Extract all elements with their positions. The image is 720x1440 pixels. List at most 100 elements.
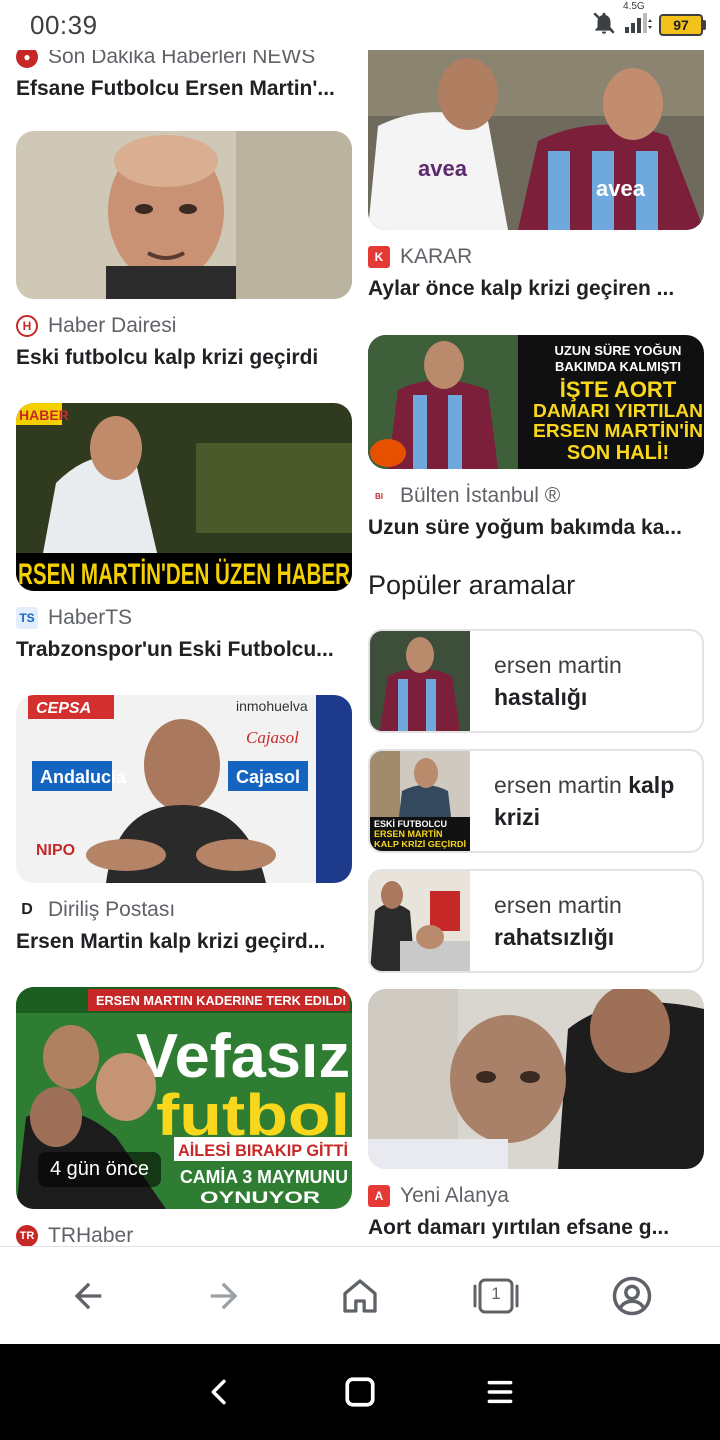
news-headline[interactable]: Uzun süre yoğum bakımda ka... bbox=[368, 511, 704, 545]
image-line: DAMARI YIRTILAN bbox=[533, 401, 703, 421]
browser-bottom-nav: 1 bbox=[0, 1246, 720, 1344]
source-name: Yeni Alanya bbox=[400, 1184, 509, 1207]
news-image[interactable]: RSEN MARTİN'DEN ÜZEN HABER HABER bbox=[16, 403, 352, 591]
chip-image-line: ERSEN MARTİN bbox=[374, 829, 443, 839]
system-home-icon bbox=[345, 1377, 375, 1407]
home-icon bbox=[343, 1278, 377, 1313]
chip-image bbox=[370, 631, 470, 731]
image-line: UZUN SÜRE YOĞUN bbox=[555, 343, 682, 358]
account-icon bbox=[612, 1276, 652, 1315]
home-button[interactable] bbox=[330, 1266, 390, 1326]
source-logo-icon: ● bbox=[16, 50, 38, 68]
chip-text: ersen martin hastalığı bbox=[470, 649, 622, 713]
tab-count: 1 bbox=[491, 1283, 501, 1303]
news-card[interactable]: UZUN SÜRE YOĞUN BAKIMDA KALMIŞTI İŞTE AO… bbox=[368, 335, 704, 545]
chip-query: ersen martin bbox=[494, 772, 622, 798]
chip-image-line: KALP KRİZİ GEÇİRDİ bbox=[374, 840, 466, 849]
battery-level: 97 bbox=[659, 14, 703, 36]
news-card[interactable]: CEPSA inmohuelva Cajasol Andalucía Cajas… bbox=[16, 695, 352, 959]
chip-query-bold: rahatsızlığı bbox=[494, 924, 615, 950]
image-line: AİLESİ BIRAKIP GİTTİ bbox=[178, 1141, 348, 1160]
news-source: D Diriliş Postası bbox=[16, 895, 352, 925]
news-headline[interactable]: Ersen Martin kalp krizi geçird... bbox=[16, 925, 352, 959]
forward-button[interactable] bbox=[194, 1266, 254, 1326]
image-line: ERSEN MARTİN'İN bbox=[533, 421, 703, 441]
news-headline[interactable]: Trabzonspor'un Eski Futbolcu... bbox=[16, 633, 352, 667]
news-card[interactable]: ● Son Dakika Haberleri NEWS Efsane Futbo… bbox=[16, 50, 352, 106]
image-big-word: Vefasız bbox=[136, 1022, 350, 1091]
news-source: TR TRHaber bbox=[16, 1221, 352, 1246]
back-icon bbox=[74, 1282, 102, 1309]
image-sign: inmohuelva bbox=[236, 698, 308, 714]
chip-query-bold: hastalığı bbox=[494, 684, 588, 710]
chip-image bbox=[370, 871, 470, 971]
image-line: BAKIMDA KALMIŞTI bbox=[555, 359, 681, 374]
chip-image-line: ESKİ FUTBOLCU bbox=[374, 819, 447, 829]
news-image[interactable] bbox=[16, 131, 352, 299]
source-logo-icon: A bbox=[368, 1185, 390, 1207]
system-back-button[interactable] bbox=[190, 1362, 250, 1422]
news-image[interactable] bbox=[368, 989, 704, 1169]
image-line: İŞTE AORT bbox=[560, 377, 677, 402]
back-button[interactable] bbox=[58, 1266, 118, 1326]
source-name: KARAR bbox=[400, 245, 473, 268]
image-sponsor: avea bbox=[596, 176, 646, 201]
source-name: Diriliş Postası bbox=[48, 898, 176, 921]
popular-search-chip[interactable]: ESKİ FUTBOLCU ERSEN MARTİN KALP KRİZİ GE… bbox=[368, 749, 704, 853]
news-image[interactable]: UZUN SÜRE YOĞUN BAKIMDA KALMIŞTI İŞTE AO… bbox=[368, 335, 704, 469]
image-corner-text: HABER bbox=[19, 407, 69, 423]
news-card[interactable]: H Haber Dairesi Eski futbolcu kalp krizi… bbox=[16, 131, 352, 375]
source-name: TRHaber bbox=[48, 1224, 134, 1246]
forward-icon bbox=[210, 1282, 238, 1309]
popular-searches-title: Popüler aramalar bbox=[368, 570, 576, 600]
status-icons: 4.5G 97 bbox=[591, 1, 706, 42]
image-sponsor: avea bbox=[418, 156, 468, 181]
news-image[interactable]: CEPSA inmohuelva Cajasol Andalucía Cajas… bbox=[16, 695, 352, 883]
account-button[interactable] bbox=[602, 1266, 662, 1326]
news-card[interactable]: RSEN MARTİN'DEN ÜZEN HABER HABER TS Habe… bbox=[16, 403, 352, 667]
news-headline[interactable]: Aort damarı yırtılan efsane g... bbox=[368, 1211, 704, 1245]
news-headline[interactable]: Aylar önce kalp krizi geçiren ... bbox=[368, 272, 704, 306]
system-back-icon bbox=[211, 1379, 226, 1405]
source-logo-icon: BI bbox=[368, 485, 390, 507]
system-nav-bar bbox=[0, 1344, 720, 1440]
news-source: K KARAR bbox=[368, 242, 704, 272]
news-source: BI Bülten İstanbul ® bbox=[368, 481, 704, 511]
news-image[interactable]: avea avea bbox=[368, 50, 704, 230]
source-name: Bülten İstanbul ® bbox=[400, 484, 561, 507]
news-card[interactable]: A Yeni Alanya Aort damarı yırtılan efsan… bbox=[368, 989, 704, 1245]
chip-query: ersen martin bbox=[494, 652, 622, 678]
image-sign: NIPO bbox=[36, 842, 75, 859]
system-recents-button[interactable] bbox=[470, 1362, 530, 1422]
bell-off-icon bbox=[591, 10, 617, 41]
news-source: ● Son Dakika Haberleri NEWS bbox=[16, 50, 352, 72]
image-headline: ERSEN MARTIN KADERINE TERK EDILDI bbox=[96, 993, 346, 1008]
news-card[interactable]: avea avea K KARAR Aylar önce kalp krizi … bbox=[368, 50, 704, 306]
image-caption: RSEN MARTİN'DEN ÜZEN HABER bbox=[18, 558, 350, 591]
image-sign: Cajasol bbox=[246, 728, 299, 747]
chip-query: ersen martin bbox=[494, 892, 622, 918]
tabs-button[interactable]: 1 bbox=[466, 1266, 526, 1326]
news-headline[interactable]: Eski futbolcu kalp krizi geçirdi bbox=[16, 341, 352, 375]
image-sign: Andalucía bbox=[40, 767, 127, 787]
news-image[interactable]: ERSEN MARTIN KADERINE TERK EDILDI Vefası… bbox=[16, 987, 352, 1209]
chip-text: ersen martin rahatsızlığı bbox=[470, 889, 622, 953]
popular-search-chip[interactable]: ersen martin rahatsızlığı bbox=[368, 869, 704, 973]
news-headline[interactable]: Efsane Futbolcu Ersen Martin'... bbox=[16, 72, 352, 106]
discover-feed[interactable]: ● Son Dakika Haberleri NEWS Efsane Futbo… bbox=[0, 50, 720, 1246]
menu-icon bbox=[487, 1380, 513, 1404]
status-time: 00:39 bbox=[30, 10, 98, 40]
image-line: CAMİA 3 MAYMUNU bbox=[180, 1167, 348, 1187]
image-sign: Cajasol bbox=[236, 767, 300, 787]
source-name: Son Dakika Haberleri NEWS bbox=[48, 50, 316, 68]
source-logo-icon: TS bbox=[16, 607, 38, 629]
source-logo-icon: K bbox=[368, 246, 390, 268]
source-name: Haber Dairesi bbox=[48, 314, 177, 337]
news-card[interactable]: ERSEN MARTIN KADERINE TERK EDILDI Vefası… bbox=[16, 987, 352, 1246]
chip-image: ESKİ FUTBOLCU ERSEN MARTİN KALP KRİZİ GE… bbox=[370, 751, 470, 851]
system-home-button[interactable] bbox=[330, 1362, 390, 1422]
news-source: H Haber Dairesi bbox=[16, 311, 352, 341]
popular-search-chip[interactable]: ersen martin hastalığı bbox=[368, 629, 704, 733]
source-name: HaberTS bbox=[48, 606, 133, 629]
chip-text: ersen martin kalp krizi bbox=[470, 769, 702, 833]
